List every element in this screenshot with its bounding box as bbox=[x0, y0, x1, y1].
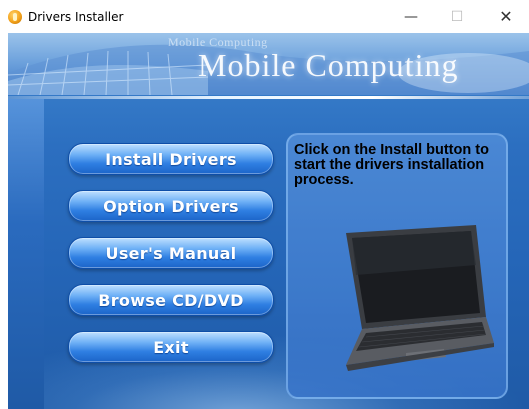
banner-divider bbox=[8, 96, 529, 99]
installer-client-area: Mobile Computing Mobile Computing Instal… bbox=[8, 33, 529, 409]
install-drivers-button[interactable]: Install Drivers bbox=[68, 143, 274, 175]
browse-cd-dvd-button[interactable]: Browse CD/DVD bbox=[68, 284, 274, 316]
minimize-button[interactable]: — bbox=[388, 0, 434, 33]
laptop-image bbox=[346, 225, 494, 371]
window-title: Drivers Installer bbox=[28, 9, 124, 24]
exit-button[interactable]: Exit bbox=[68, 331, 274, 363]
drivers-installer-window: Drivers Installer — ☐ ✕ Mobile Computing… bbox=[0, 0, 529, 409]
maximize-button[interactable]: ☐ bbox=[434, 0, 480, 33]
users-manual-button[interactable]: User's Manual bbox=[68, 237, 274, 269]
banner-title: Mobile Computing bbox=[198, 47, 459, 83]
info-text: Click on the Install button to start the… bbox=[294, 142, 489, 188]
app-icon bbox=[8, 9, 22, 24]
close-button[interactable]: ✕ bbox=[483, 0, 529, 33]
header-banner: Mobile Computing Mobile Computing bbox=[8, 33, 529, 95]
info-panel: Click on the Install button to start the… bbox=[286, 133, 508, 399]
left-decorative-strip bbox=[8, 99, 44, 409]
title-bar[interactable]: Drivers Installer — ☐ ✕ bbox=[0, 0, 529, 33]
option-drivers-button[interactable]: Option Drivers bbox=[68, 190, 274, 222]
